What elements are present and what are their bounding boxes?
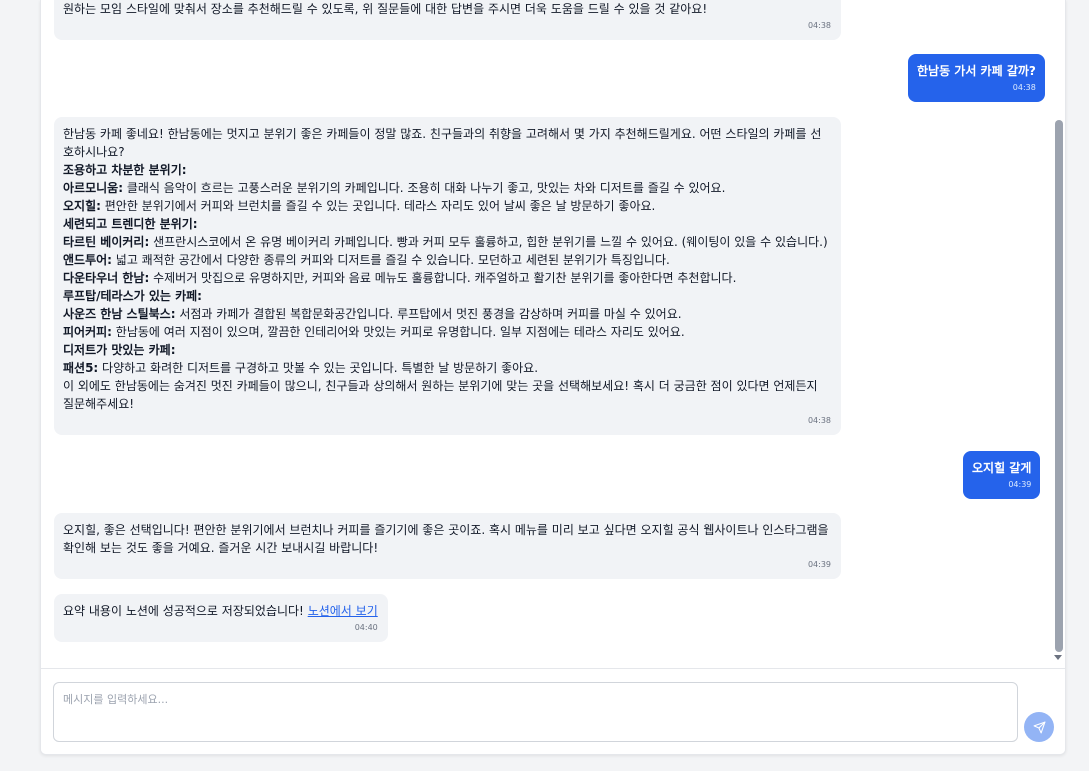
cafe-name: 피어커피: — [63, 325, 112, 339]
message-list[interactable]: 원하는 모임 스타일에 맞춰서 장소를 추천해드릴 수 있도록, 위 질문들에 … — [41, 0, 1053, 668]
list-item: 다운타우너 한남: 수제버거 맛집으로 유명하지만, 커피와 음료 메뉴도 훌륭… — [63, 269, 831, 287]
cafe-name: 앤드투어: — [63, 253, 112, 267]
message-input[interactable] — [53, 682, 1018, 742]
message-text: 오지힐, 좋은 선택입니다! 편안한 분위기에서 브런치나 커피를 즐기기에 좋… — [63, 523, 829, 555]
bot-message: 오지힐, 좋은 선택입니다! 편안한 분위기에서 브런치나 커피를 즐기기에 좋… — [54, 513, 841, 579]
user-message: 한남동 가서 카페 갈까? 04:38 — [908, 54, 1045, 102]
cafe-name: 오지힐: — [63, 199, 101, 213]
message-time: 04:38 — [807, 416, 831, 425]
message-intro: 한남동 카페 좋네요! 한남동에는 멋지고 분위기 좋은 카페들이 정말 많죠.… — [63, 127, 822, 159]
message-text: 원하는 모임 스타일에 맞춰서 장소를 추천해드릴 수 있도록, 위 질문들에 … — [63, 2, 708, 16]
cafe-desc: 샌프란시스코에서 온 유명 베이커리 카페입니다. 빵과 커피 모두 훌륭하고,… — [149, 235, 828, 249]
section-heading: 조용하고 차분한 분위기: — [63, 163, 187, 177]
cafe-name: 타르틴 베이커리: — [63, 235, 150, 249]
message-body: 요약 내용이 노션에 성공적으로 저장되었습니다! — [63, 604, 308, 618]
bot-message: 한남동 카페 좋네요! 한남동에는 멋지고 분위기 좋은 카페들이 정말 많죠.… — [54, 117, 841, 435]
cafe-name: 패션5: — [63, 361, 99, 375]
list-item: 피어커피: 한남동에 여러 지점이 있으며, 깔끔한 인테리어와 맛있는 커피로… — [63, 323, 831, 341]
cafe-desc: 클래식 음악이 흐르는 고풍스러운 분위기의 카페입니다. 조용히 대화 나누기… — [123, 181, 726, 195]
bot-message: 원하는 모임 스타일에 맞춰서 장소를 추천해드릴 수 있도록, 위 질문들에 … — [54, 0, 841, 40]
cafe-desc: 편안한 분위기에서 커피와 브런치를 즐길 수 있는 곳입니다. 테라스 자리도… — [100, 199, 656, 213]
message-time: 04:38 — [1012, 83, 1036, 92]
send-button[interactable] — [1024, 712, 1054, 742]
section-heading: 세련되고 트렌디한 분위기: — [63, 217, 198, 231]
list-item: 사운즈 한남 스틸북스: 서점과 카페가 결합된 복합문화공간입니다. 루프탑에… — [63, 305, 831, 323]
message-text: 요약 내용이 노션에 성공적으로 저장되었습니다! 노션에서 보기 — [63, 602, 378, 620]
send-icon — [1033, 721, 1046, 734]
bot-message: 요약 내용이 노션에 성공적으로 저장되었습니다! 노션에서 보기 04:40 — [54, 594, 388, 642]
cafe-name: 아르모니움: — [63, 181, 123, 195]
list-item: 앤드투어: 넓고 쾌적한 공간에서 다양한 종류의 커피와 디저트를 즐길 수 … — [63, 251, 831, 269]
list-item: 타르틴 베이커리: 샌프란시스코에서 온 유명 베이커리 카페입니다. 빵과 커… — [63, 233, 831, 251]
cafe-name: 다운타우너 한남: — [63, 271, 150, 285]
cafe-name: 사운즈 한남 스틸북스: — [63, 307, 176, 321]
cafe-desc: 수제버거 맛집으로 유명하지만, 커피와 음료 메뉴도 훌륭합니다. 캐주얼하고… — [149, 271, 737, 285]
scroll-down-arrow[interactable] — [1054, 655, 1062, 660]
section-heading: 루프탑/테라스가 있는 카페: — [63, 289, 202, 303]
message-text: 한남동 가서 카페 갈까? — [917, 64, 1036, 78]
message-outro: 이 외에도 한남동에는 숨겨진 멋진 카페들이 많으니, 친구들과 상의해서 원… — [63, 379, 818, 411]
scrollbar-thumb[interactable] — [1055, 120, 1063, 652]
list-item: 아르모니움: 클래식 음악이 흐르는 고풍스러운 분위기의 카페입니다. 조용히… — [63, 179, 831, 197]
message-time: 04:38 — [807, 21, 831, 30]
user-message: 오지힐 갈게 04:39 — [963, 451, 1041, 499]
message-time: 04:39 — [807, 560, 831, 569]
cafe-desc: 한남동에 여러 지점이 있으며, 깔끔한 인테리어와 맛있는 커피로 유명합니다… — [111, 325, 685, 339]
composer — [41, 668, 1065, 754]
message-time: 04:39 — [1008, 480, 1032, 489]
list-item: 오지힐: 편안한 분위기에서 커피와 브런치를 즐길 수 있는 곳입니다. 테라… — [63, 197, 831, 215]
list-item: 패션5: 다양하고 화려한 디저트를 구경하고 맛볼 수 있는 곳입니다. 특별… — [63, 359, 831, 377]
message-text: 오지힐 갈게 — [972, 461, 1032, 475]
message-time: 04:40 — [354, 623, 378, 632]
cafe-desc: 넓고 쾌적한 공간에서 다양한 종류의 커피와 디저트를 즐길 수 있습니다. … — [111, 253, 670, 267]
notion-link[interactable]: 노션에서 보기 — [308, 604, 378, 618]
cafe-desc: 다양하고 화려한 디저트를 구경하고 맛볼 수 있는 곳입니다. 특별한 날 방… — [98, 361, 539, 375]
chat-window: 원하는 모임 스타일에 맞춰서 장소를 추천해드릴 수 있도록, 위 질문들에 … — [40, 0, 1066, 755]
section-heading: 디저트가 맛있는 카페: — [63, 343, 176, 357]
cafe-desc: 서점과 카페가 결합된 복합문화공간입니다. 루프탑에서 멋진 풍경을 감상하며… — [175, 307, 682, 321]
